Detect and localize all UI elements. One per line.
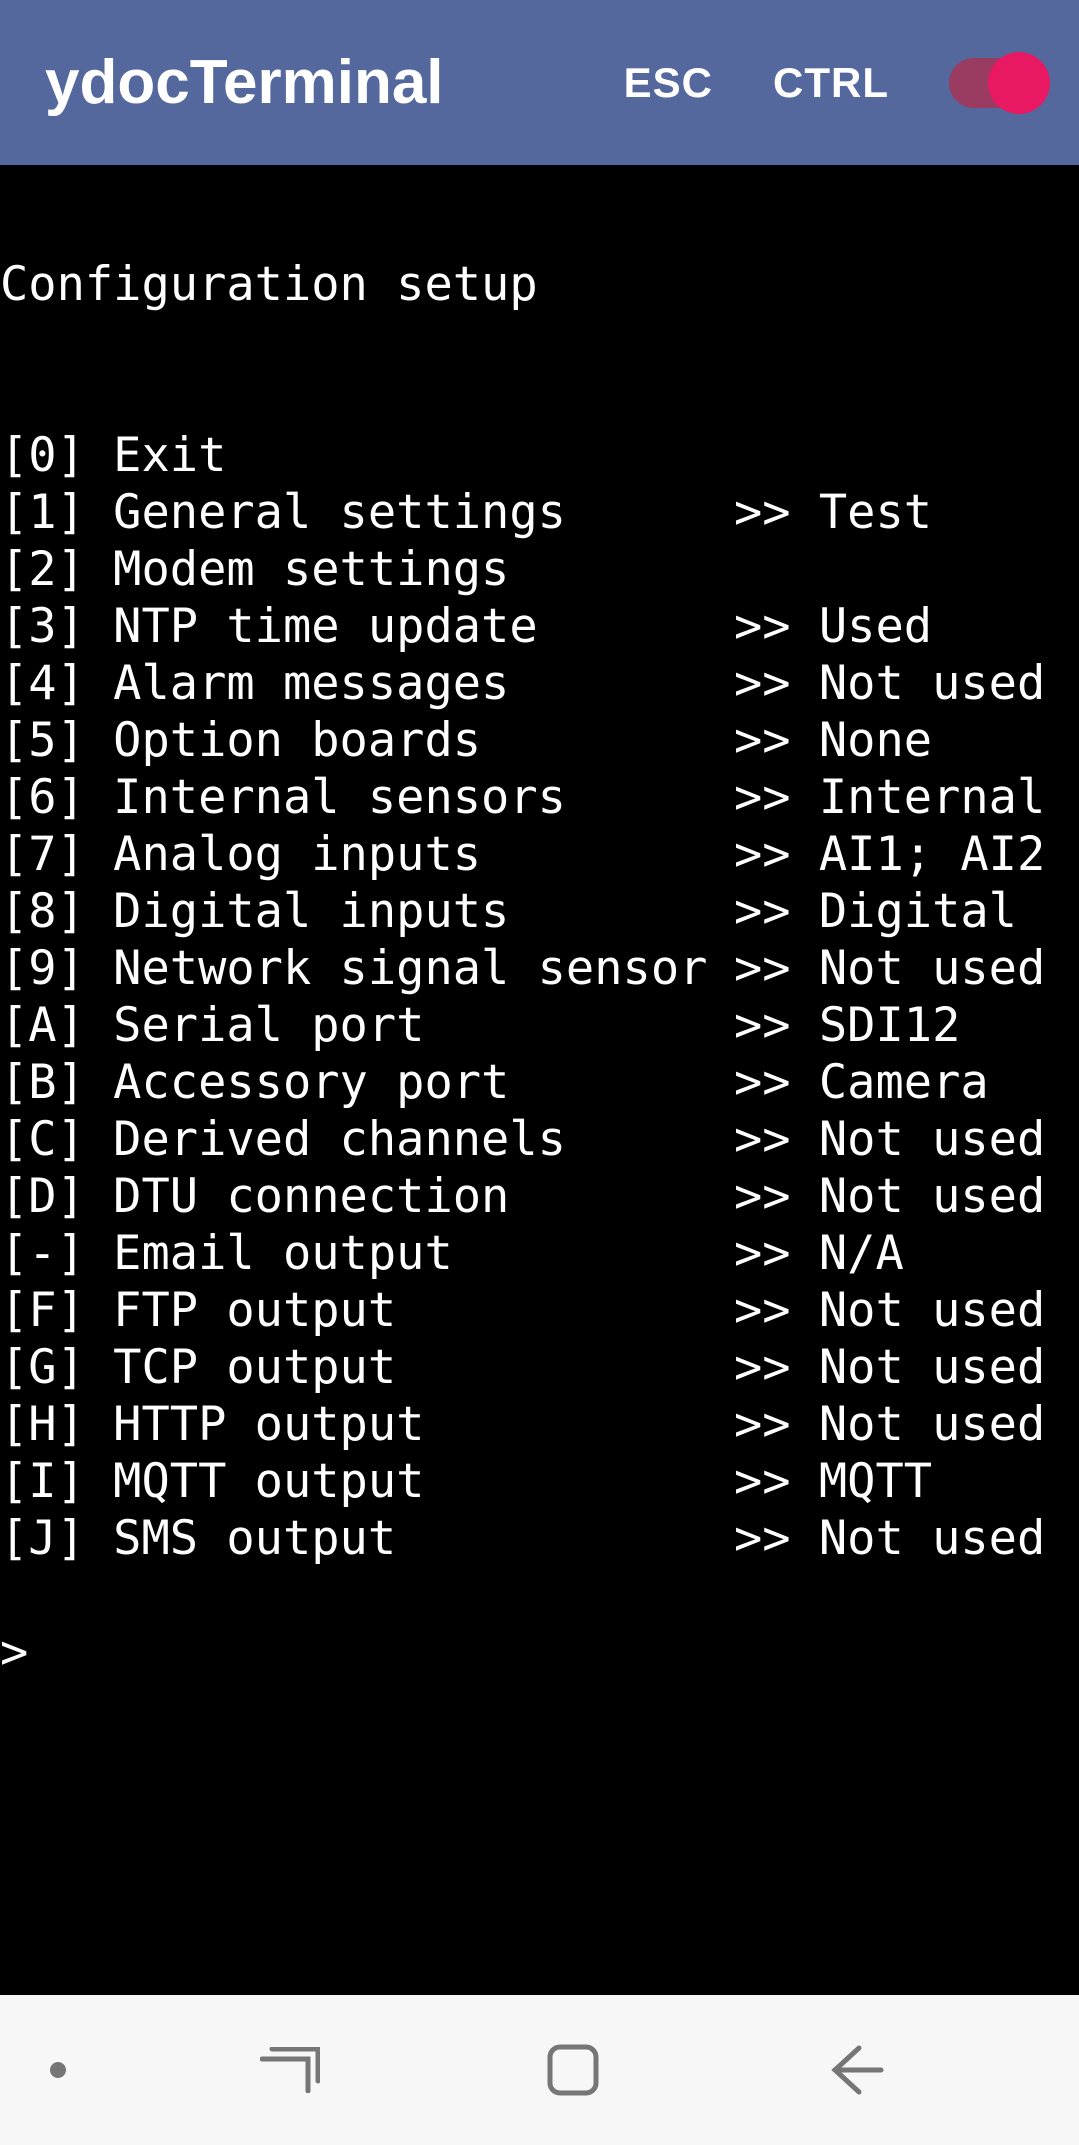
- menu-item: [1] General settings>> Test: [0, 484, 1079, 541]
- menu-item: [I] MQTT output>> MQTT: [0, 1453, 1079, 1510]
- menu-item: [A] Serial port>> SDI12: [0, 997, 1079, 1054]
- esc-button[interactable]: ESC: [624, 59, 713, 107]
- home-button[interactable]: [547, 2044, 599, 2096]
- nav-dot-icon: [50, 2062, 66, 2078]
- menu-item-left: [G] TCP output: [0, 1339, 734, 1396]
- menu-item: [-] Email output>> N/A: [0, 1225, 1079, 1282]
- menu-item-left: [9] Network signal sensor: [0, 940, 734, 997]
- menu-item-left: [3] NTP time update: [0, 598, 734, 655]
- menu-item: [9] Network signal sensor>> Not used: [0, 940, 1079, 997]
- menu-item-status: >> Not used: [734, 1168, 1045, 1225]
- menu-item-left: [1] General settings: [0, 484, 734, 541]
- menu-item-left: [5] Option boards: [0, 712, 734, 769]
- menu-item: [8] Digital inputs>> Digital: [0, 883, 1079, 940]
- app-title: ydocTerminal: [45, 47, 624, 118]
- recent-apps-button[interactable]: [260, 2047, 320, 2093]
- toggle-knob: [988, 52, 1050, 114]
- menu-item-status: >> Test: [734, 484, 932, 541]
- menu-item-left: [-] Email output: [0, 1225, 734, 1282]
- menu-item-status: >> Not used: [734, 1111, 1045, 1168]
- menu-item-left: [2] Modem settings: [0, 541, 734, 598]
- menu-item-left: [B] Accessory port: [0, 1054, 734, 1111]
- menu-item-status: >> Not used: [734, 1339, 1045, 1396]
- menu-item-status: >> Camera: [734, 1054, 989, 1111]
- menu-item-status: >> Internal: [734, 769, 1045, 826]
- menu-item-status: >> Used: [734, 598, 932, 655]
- menu-item-left: [4] Alarm messages: [0, 655, 734, 712]
- connection-toggle[interactable]: [949, 58, 1044, 108]
- menu-item-left: [C] Derived channels: [0, 1111, 734, 1168]
- menu-item-status: >> N/A: [734, 1225, 904, 1282]
- menu-item: [B] Accessory port>> Camera: [0, 1054, 1079, 1111]
- menu-item-status: >> MQTT: [734, 1453, 932, 1510]
- menu-item: [F] FTP output>> Not used: [0, 1282, 1079, 1339]
- terminal-prompt: >: [0, 1624, 1079, 1681]
- menu-item: [H] HTTP output>> Not used: [0, 1396, 1079, 1453]
- menu-item-status: >> AI1; AI2: [734, 826, 1045, 883]
- menu-item-status: >> Not used: [734, 1396, 1045, 1453]
- menu-item-status: >> Not used: [734, 1510, 1045, 1567]
- menu-item-status: >> Digital: [734, 883, 1017, 940]
- menu-item-status: >> None: [734, 712, 932, 769]
- menu-item-left: [H] HTTP output: [0, 1396, 734, 1453]
- app-bar: ydocTerminal ESC CTRL: [0, 0, 1079, 165]
- menu-item: [6] Internal sensors>> Internal: [0, 769, 1079, 826]
- menu-item-left: [F] FTP output: [0, 1282, 734, 1339]
- back-button[interactable]: [827, 2044, 885, 2096]
- menu-item-left: [D] DTU connection: [0, 1168, 734, 1225]
- menu-item: [3] NTP time update>> Used: [0, 598, 1079, 655]
- terminal-output[interactable]: Configuration setup [0] Exit[1] General …: [0, 165, 1079, 1995]
- menu-item-left: [7] Analog inputs: [0, 826, 734, 883]
- menu-item-left: [8] Digital inputs: [0, 883, 734, 940]
- menu-item-status: >> SDI12: [734, 997, 960, 1054]
- menu-item-left: [A] Serial port: [0, 997, 734, 1054]
- menu-item-status: >> Not used: [734, 655, 1045, 712]
- menu-item: [4] Alarm messages>> Not used: [0, 655, 1079, 712]
- menu-item-left: [J] SMS output: [0, 1510, 734, 1567]
- terminal-title: Configuration setup: [0, 256, 1079, 313]
- menu-item: [C] Derived channels>> Not used: [0, 1111, 1079, 1168]
- menu-item: [J] SMS output>> Not used: [0, 1510, 1079, 1567]
- menu-item-left: [0] Exit: [0, 427, 734, 484]
- menu-item: [7] Analog inputs>> AI1; AI2: [0, 826, 1079, 883]
- menu-item: [0] Exit: [0, 427, 1079, 484]
- menu-item-status: >> Not used: [734, 940, 1045, 997]
- menu-item-left: [6] Internal sensors: [0, 769, 734, 826]
- ctrl-button[interactable]: CTRL: [773, 59, 889, 107]
- menu-item: [G] TCP output>> Not used: [0, 1339, 1079, 1396]
- system-nav-bar: [0, 1995, 1079, 2145]
- menu-item: [5] Option boards>> None: [0, 712, 1079, 769]
- menu-item-left: [I] MQTT output: [0, 1453, 734, 1510]
- menu-item: [D] DTU connection>> Not used: [0, 1168, 1079, 1225]
- menu-item: [2] Modem settings: [0, 541, 1079, 598]
- menu-item-status: >> Not used: [734, 1282, 1045, 1339]
